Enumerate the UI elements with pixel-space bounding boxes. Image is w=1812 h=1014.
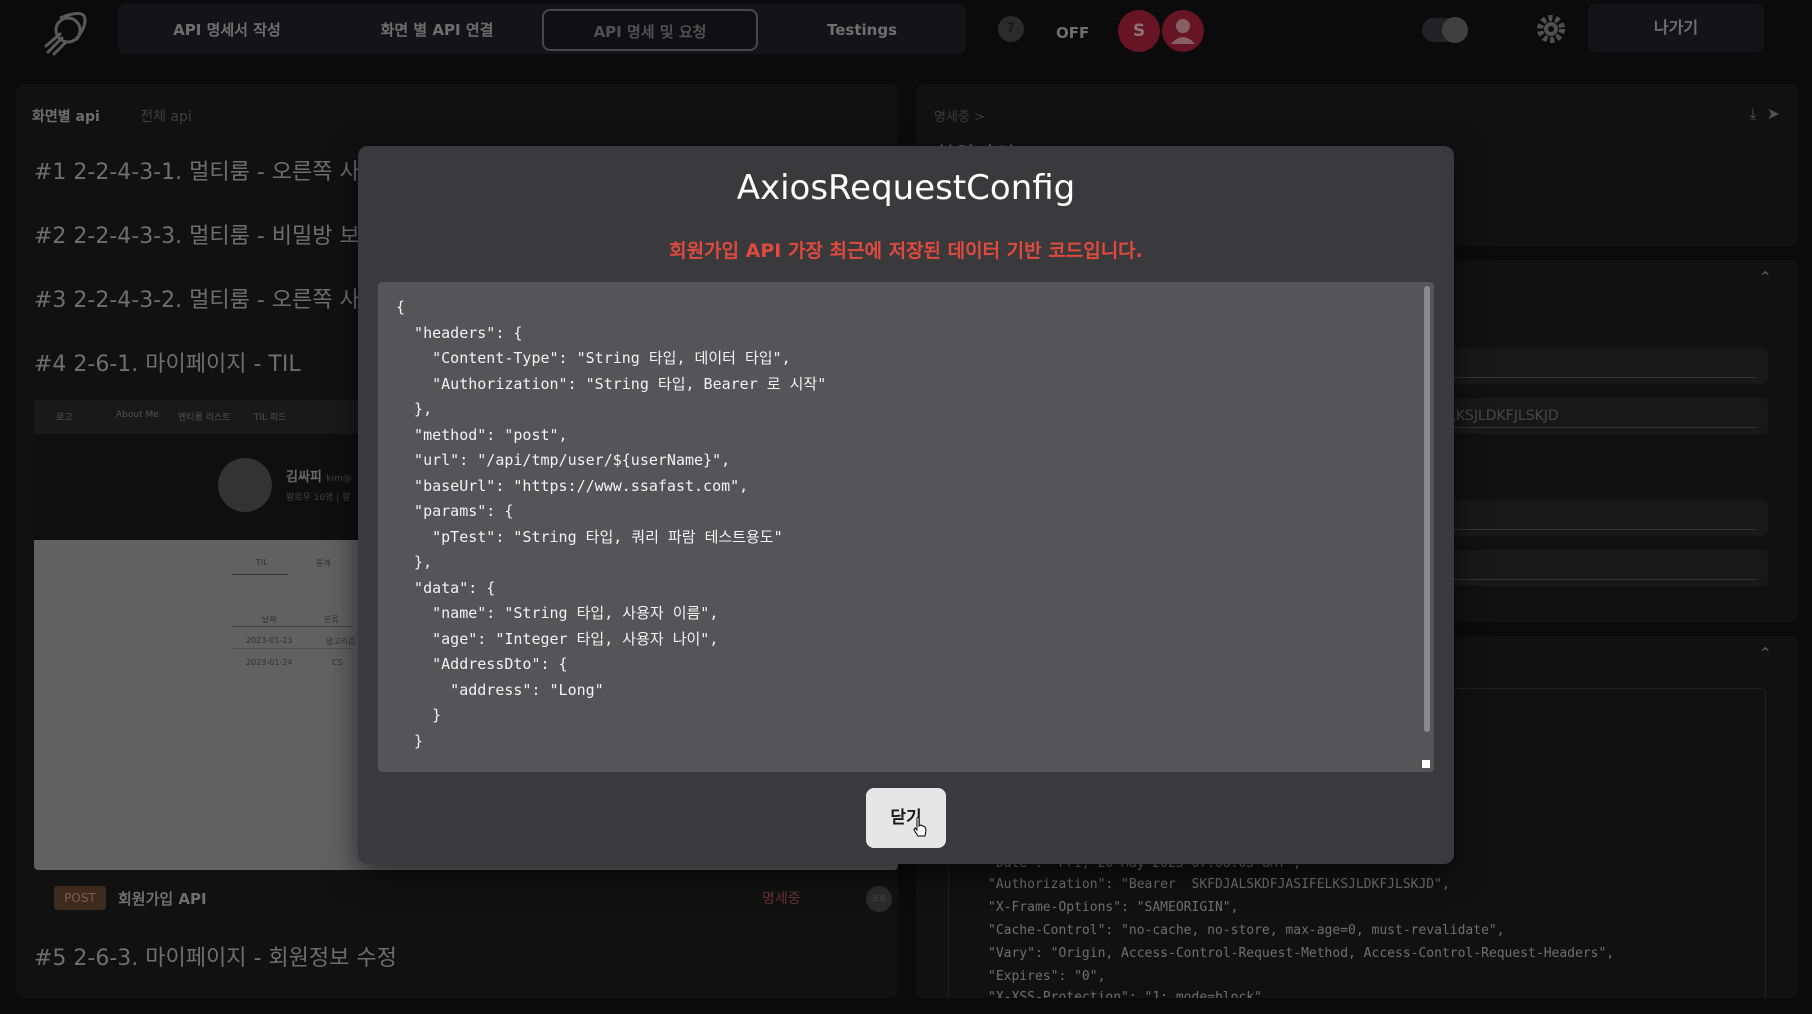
resize-handle[interactable]	[1422, 760, 1430, 768]
code-line: "pTest": "String 타입, 쿼리 파람 테스트용도"	[396, 528, 783, 546]
cursor-hand-icon	[913, 816, 927, 837]
code-line: "name": "String 타입, 사용자 이름",	[396, 604, 719, 622]
modal-title: AxiosRequestConfig	[736, 168, 1076, 208]
code-block[interactable]: { "headers": { "Content-Type": "String 타…	[378, 282, 1434, 772]
code-line: "headers": {	[396, 324, 523, 342]
code-line: {	[396, 298, 406, 316]
code-line: },	[396, 553, 433, 571]
code-line: "Authorization": "String 타입, Bearer 로 시작…	[396, 375, 827, 393]
code-line: "Content-Type": "String 타입, 데이터 타입",	[396, 349, 791, 367]
code-line: "baseUrl": "https://www.ssafast.com",	[396, 477, 749, 495]
code-line: "params": {	[396, 502, 514, 520]
code-line: "AddressDto": {	[396, 655, 568, 673]
code-line: "url": "/api/tmp/user/${userName}",	[396, 451, 731, 469]
axios-config-modal: AxiosRequestConfig 회원가입 API 가장 최근에 저장된 데…	[358, 146, 1454, 864]
code-line: "method": "post",	[396, 426, 568, 444]
code-line: }	[396, 732, 424, 750]
scrollbar[interactable]	[1424, 286, 1430, 732]
close-button[interactable]: 닫기	[866, 788, 946, 848]
modal-subtitle: 회원가입 API 가장 최근에 저장된 데이터 기반 코드입니다.	[669, 240, 1143, 262]
code-line: }	[396, 706, 442, 724]
code-line: "address": "Long"	[396, 681, 604, 699]
code-line: "age": "Integer 타입, 사용자 나이",	[396, 630, 719, 648]
code-line: },	[396, 400, 433, 418]
code-line: "data": {	[396, 579, 496, 597]
